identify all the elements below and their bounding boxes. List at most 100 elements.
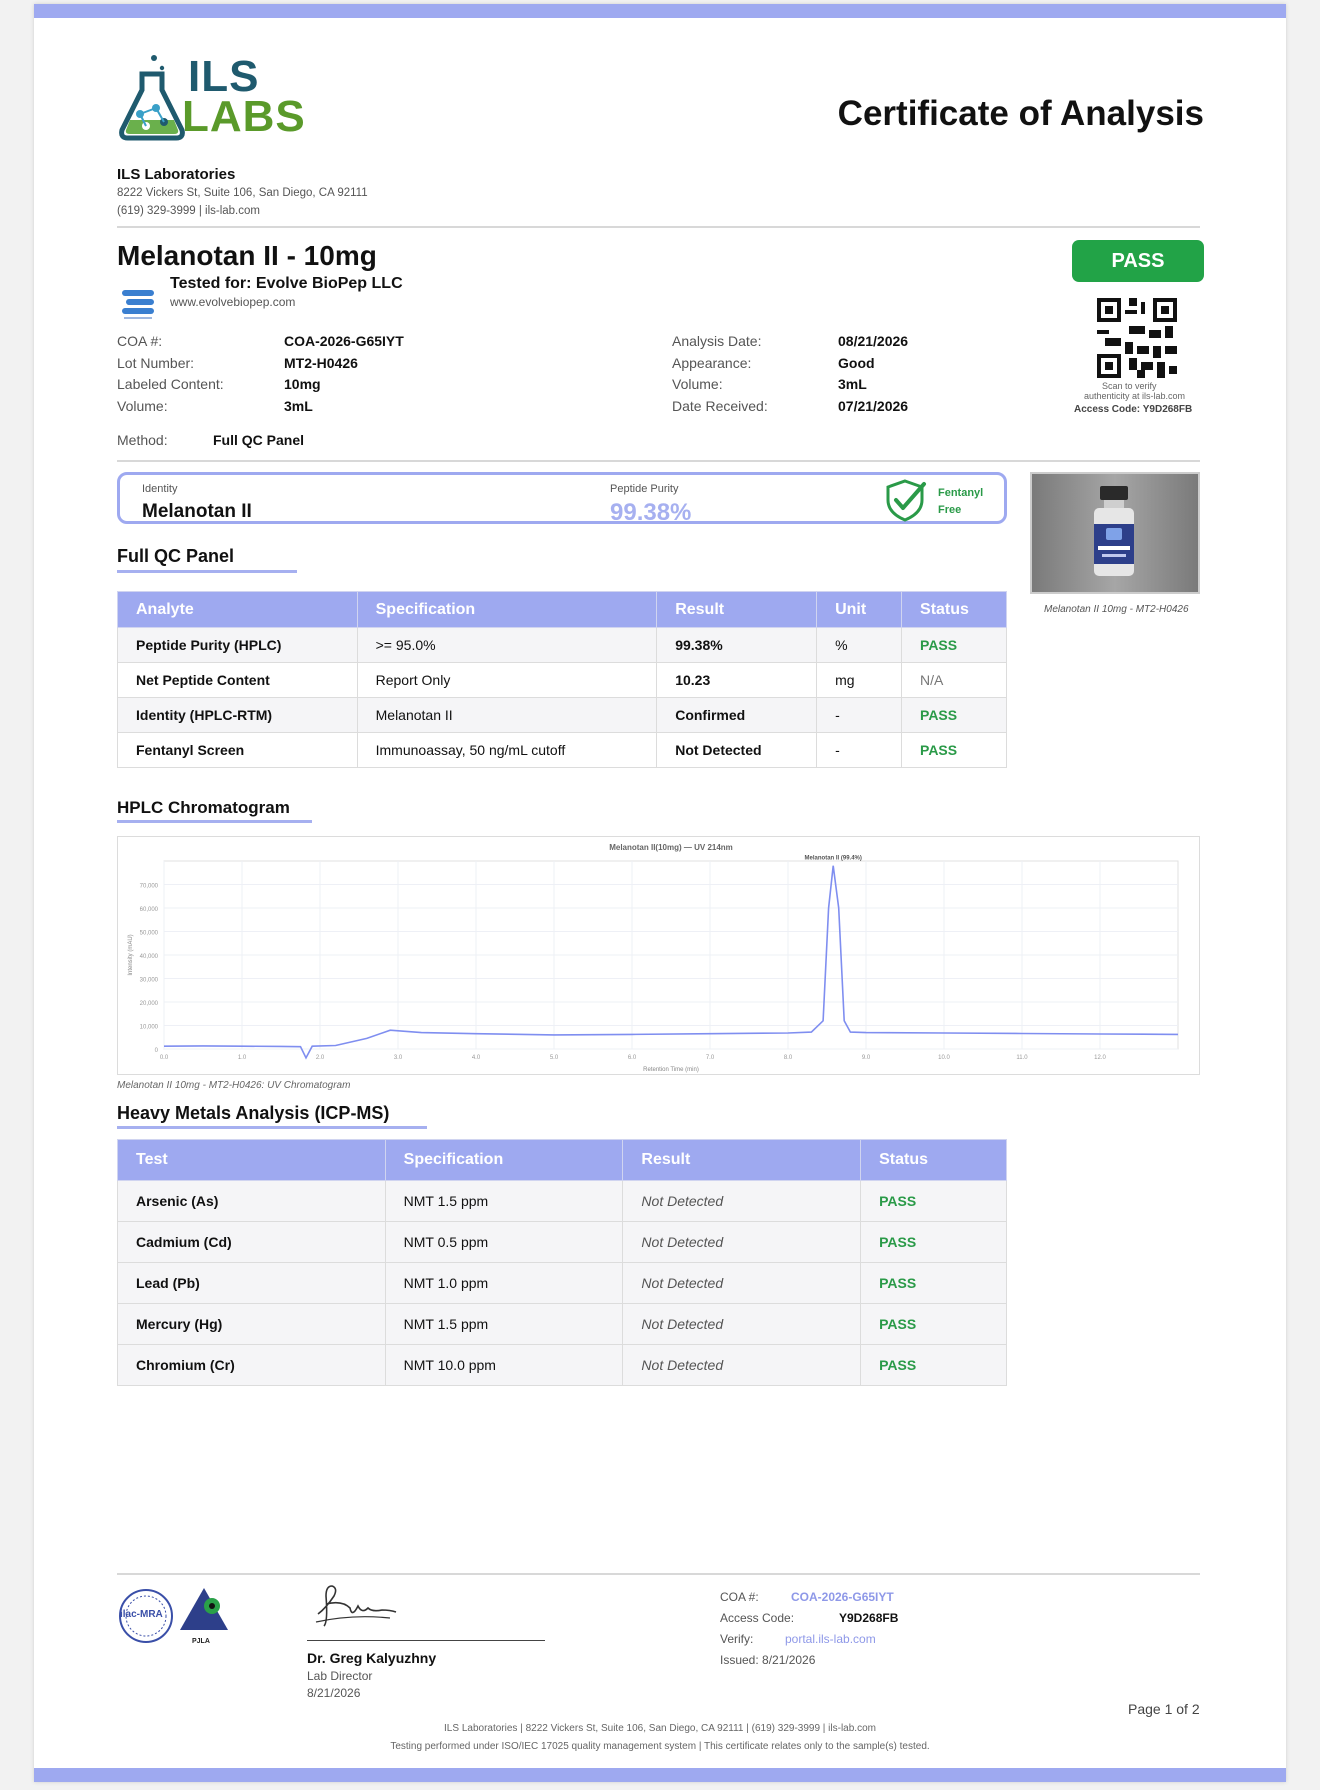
result-cell: 99.38% xyxy=(656,627,818,663)
ils-labs-logo: ILS LABS xyxy=(116,50,306,146)
x-tick-label: 3.0 xyxy=(394,1055,403,1061)
status-cell: PASS xyxy=(860,1262,1007,1304)
section-title-metals: Heavy Metals Analysis (ICP-MS) xyxy=(117,1103,390,1123)
purity-label: Peptide Purity xyxy=(610,483,679,495)
x-tick-label: 12.0 xyxy=(1094,1055,1106,1061)
page-number: Page 1 of 2 xyxy=(1128,1701,1200,1717)
result-cell: Confirmed xyxy=(656,697,818,733)
chart-title: Melanotan II(10mg) — UV 214nm xyxy=(609,843,733,852)
x-tick-label: 2.0 xyxy=(316,1055,325,1061)
y-tick-label: 50,000 xyxy=(140,931,159,937)
top-accent-bar xyxy=(34,4,1286,18)
x-axis-label: Retention Time (min) xyxy=(643,1067,699,1073)
ilac-mra-logo: ilac-MRA xyxy=(118,1588,174,1649)
tested-for: Tested for: Evolve BioPep LLC xyxy=(170,275,403,292)
signer-name: Dr. Greg Kalyuzhny xyxy=(307,1650,437,1666)
identity-value: Melanotan II xyxy=(142,501,252,522)
x-tick-label: 1.0 xyxy=(238,1055,247,1061)
x-tick-label: 10.0 xyxy=(938,1055,950,1061)
footer-access-label: Access Code: xyxy=(720,1611,795,1625)
product-photo xyxy=(1030,472,1200,594)
y-tick-label: 20,000 xyxy=(140,1001,159,1007)
meta-label: Appearance: xyxy=(672,355,752,371)
table-row: Lead (Pb) NMT 1.0 ppm Not Detected PASS xyxy=(117,1262,1007,1304)
column-header: Specification xyxy=(356,591,658,628)
footer-address-line: ILS Laboratories | 8222 Vickers St, Suit… xyxy=(444,1723,876,1734)
qr-caption: Scan to verify xyxy=(1102,381,1157,391)
meta-value: 3mL xyxy=(284,398,313,414)
status-cell: PASS xyxy=(901,627,1007,663)
signer-date: 8/21/2026 xyxy=(307,1686,361,1700)
test-cell: Lead (Pb) xyxy=(117,1262,386,1304)
chromatogram-chart: 0 10,000 20,000 30,000 40,000 50,000 60,000 70,… xyxy=(128,843,1179,1073)
footer-issued: Issued: 8/21/2026 xyxy=(720,1653,816,1667)
meta-label: Analysis Date: xyxy=(672,333,762,349)
pjla-logo: PJLA xyxy=(178,1584,230,1645)
certificate-page: ILS LABS Certificate of Analysis ILS Lab… xyxy=(34,4,1286,1782)
qr-caption: authenticity at ils-lab.com xyxy=(1084,391,1186,401)
y-tick-label: 30,000 xyxy=(140,978,159,984)
footer-divider xyxy=(117,1573,1200,1575)
spec-cell: Report Only xyxy=(356,662,658,698)
verify-link[interactable]: portal.ils-lab.com xyxy=(785,1632,876,1646)
method-label: Method: xyxy=(117,432,168,448)
table-row: Identity (HPLC-RTM) Melanotan II Confirm… xyxy=(117,697,1007,733)
test-cell: Chromium (Cr) xyxy=(117,1344,386,1386)
section-title-qc: Full QC Panel xyxy=(117,546,235,566)
result-cell: Not Detected xyxy=(622,1262,862,1304)
unit-cell: - xyxy=(816,732,903,768)
ilac-mra-text: ilac-MRA xyxy=(120,1609,163,1620)
meta-label: Labeled Content: xyxy=(117,376,224,392)
status-cell: PASS xyxy=(901,732,1007,768)
x-tick-label: 0.0 xyxy=(160,1055,169,1061)
spec-cell: Melanotan II xyxy=(356,697,658,733)
method-value: Full QC Panel xyxy=(213,432,305,448)
analyte-cell: Identity (HPLC-RTM) xyxy=(117,697,358,733)
column-header: Test xyxy=(117,1139,386,1181)
column-header: Status xyxy=(901,591,1007,628)
spec-cell: >= 95.0% xyxy=(356,627,658,663)
spec-cell: NMT 1.5 ppm xyxy=(384,1180,624,1222)
section-underline xyxy=(117,820,312,823)
peak-label: Melanotan II (99.4%) xyxy=(805,856,862,862)
divider xyxy=(117,226,1200,228)
client-website: www.evolvebiopep.com xyxy=(170,295,296,309)
analyte-cell: Fentanyl Screen xyxy=(117,732,358,768)
qr-code-icon[interactable] xyxy=(1097,298,1177,378)
signature-line xyxy=(307,1640,545,1641)
footer-coa-value: COA-2026-G65IYT xyxy=(791,1590,894,1604)
y-tick-label: 60,000 xyxy=(140,907,159,913)
lab-contact: (619) 329-3999 | ils-lab.com xyxy=(117,205,260,217)
status-cell: PASS xyxy=(860,1303,1007,1345)
result-cell: 10.23 xyxy=(656,662,818,698)
identity-label: Identity xyxy=(142,483,178,495)
meta-label: COA #: xyxy=(117,333,163,349)
column-header: Analyte xyxy=(117,591,358,628)
test-cell: Arsenic (As) xyxy=(117,1180,386,1222)
x-tick-label: 7.0 xyxy=(706,1055,715,1061)
result-cell: Not Detected xyxy=(622,1180,862,1222)
table-row: Mercury (Hg) NMT 1.5 ppm Not Detected PA… xyxy=(117,1303,1007,1345)
vial-image xyxy=(1032,474,1198,592)
column-header: Result xyxy=(622,1139,862,1181)
column-header: Unit xyxy=(816,591,903,628)
page-title: Certificate of Analysis xyxy=(837,94,1204,133)
status-cell: PASS xyxy=(860,1344,1007,1386)
unit-cell: mg xyxy=(816,662,903,698)
overall-status-badge: PASS xyxy=(1072,240,1204,282)
purity-value: 99.38% xyxy=(610,499,692,526)
section-underline xyxy=(117,570,297,573)
x-tick-label: 11.0 xyxy=(1016,1055,1028,1061)
unit-cell: % xyxy=(816,627,903,663)
chromatogram-caption: Melanotan II 10mg - MT2-H0426: UV Chroma… xyxy=(117,1080,351,1091)
y-tick-label: 40,000 xyxy=(140,954,159,960)
result-cell: Not Detected xyxy=(656,732,818,768)
signer-role: Lab Director xyxy=(307,1669,373,1683)
column-header: Specification xyxy=(384,1139,624,1181)
qc-panel-table: Analyte Specification Result Unit Status… xyxy=(117,591,1007,768)
footer-disclaimer-line: Testing performed under ISO/IEC 17025 qu… xyxy=(390,1741,930,1752)
meta-value: Good xyxy=(838,355,875,371)
pjla-triangle-icon xyxy=(180,1588,228,1630)
bottom-accent-bar xyxy=(34,1768,1286,1782)
heavy-metals-table: Test Specification Result Status Arsenic… xyxy=(117,1139,1007,1386)
